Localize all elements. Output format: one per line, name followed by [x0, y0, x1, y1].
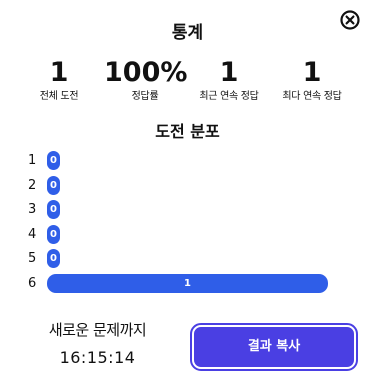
distribution-row: 30 [28, 199, 348, 224]
stat-value: 1 [219, 57, 239, 88]
stat-value: 100% [104, 57, 188, 88]
copy-result-button[interactable]: 결과 복사 [190, 323, 358, 371]
distribution-guess-label: 4 [28, 226, 37, 242]
distribution-guess-label: 2 [28, 177, 37, 193]
stat-max-streak: 1 최다 연속 정답 [272, 58, 352, 103]
distribution-guess-label: 3 [28, 202, 37, 217]
distribution-row: 61 [28, 273, 348, 298]
distribution-bar: 1 [47, 273, 328, 293]
distribution-bar: 0 [47, 249, 60, 268]
next-puzzle-label: 새로운 문제까지 [48, 321, 147, 339]
stat-label: 전체 도전 [39, 91, 79, 102]
statistics-modal: 통계 1 전체 도전 100% 정답률 1 최근 연속 정답 1 최다 연속 정… [0, 0, 375, 390]
stat-win-rate: 100% 정답률 [104, 57, 188, 103]
stat-value: 1 [49, 57, 69, 88]
distribution-guess-label: 1 [28, 153, 37, 168]
stat-value: 1 [302, 57, 322, 88]
stat-current-streak: 1 최근 연속 정답 [190, 58, 268, 103]
distribution-row: 10 [28, 150, 348, 175]
modal-title: 통계 [171, 23, 204, 43]
stat-label: 최근 연속 정답 [199, 91, 259, 102]
stat-total-played: 1 전체 도전 [27, 58, 91, 103]
distribution-guess-label: 5 [28, 251, 37, 266]
distribution-bar: 0 [47, 175, 60, 195]
distribution-row: 50 [28, 248, 348, 273]
guess-distribution: 102030405061 [28, 150, 348, 297]
distribution-guess-label: 6 [28, 275, 37, 291]
close-circle-icon [340, 10, 360, 30]
stat-label: 최다 연속 정답 [282, 91, 342, 102]
distribution-row: 20 [28, 175, 348, 200]
distribution-bar: 0 [47, 151, 60, 170]
distribution-row: 40 [28, 224, 348, 249]
countdown-timer: 16:15:14 [59, 348, 136, 367]
distribution-bar: 0 [47, 224, 60, 244]
next-puzzle-countdown: 새로운 문제까지 16:15:14 [0, 320, 195, 368]
stat-label: 정답률 [131, 91, 159, 102]
distribution-bar: 0 [47, 200, 60, 219]
distribution-title: 도전 분포 [155, 122, 220, 141]
close-button[interactable] [339, 9, 361, 31]
stats-row: 1 전체 도전 100% 정답률 1 최근 연속 정답 1 최다 연속 정답 [0, 58, 375, 108]
